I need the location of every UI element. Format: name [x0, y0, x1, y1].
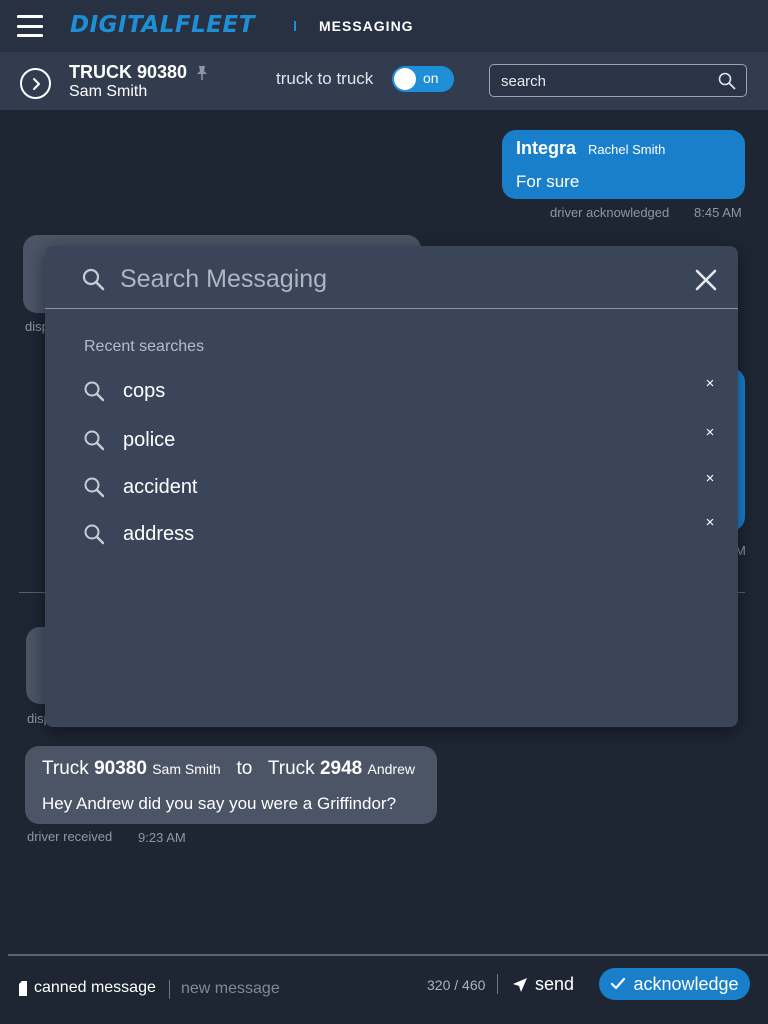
search-icon [84, 524, 105, 545]
from-number: 90380 [94, 758, 147, 779]
canned-message-label: canned message [34, 979, 156, 996]
conversation-header: TRUCK 90380 Sam Smith truck to truck on [0, 52, 768, 110]
search-messaging-panel: Recent searches cops × police × accident… [45, 246, 738, 727]
menu-icon[interactable] [17, 15, 43, 37]
divider [169, 980, 170, 999]
expand-chevron-icon[interactable] [20, 68, 51, 99]
send-label: send [535, 974, 575, 994]
message-bubble[interactable]: Truck 90380 Sam Smith to Truck 2948 Andr… [25, 746, 437, 824]
from-prefix: Truck [42, 758, 89, 779]
search-field[interactable] [489, 64, 747, 97]
message-sender: Integra [516, 138, 577, 158]
to-word: to [236, 758, 253, 779]
truck-title: TRUCK 90380 [69, 62, 188, 82]
from-name: Sam Smith [152, 761, 221, 777]
search-messaging-input[interactable] [120, 263, 680, 295]
message-body: Hey Andrew did you say you were a Griffi… [42, 794, 397, 813]
search-icon [84, 430, 105, 451]
recent-search-item[interactable]: cops × [45, 371, 738, 411]
message-route: Truck 90380 Sam Smith to Truck 2948 Andr… [42, 758, 415, 780]
send-icon [513, 977, 527, 992]
character-count: 320 / 460 [427, 977, 486, 993]
recent-search-text: police [123, 429, 176, 451]
truck-to-truck-label: truck to truck [276, 69, 374, 88]
recent-search-text: address [123, 523, 195, 545]
divider [497, 974, 498, 994]
recent-search-text: cops [123, 380, 166, 402]
message-bubble[interactable]: Integra Rachel Smith For sure [502, 130, 745, 199]
section-title: MESSAGING [319, 18, 414, 34]
remove-recent-icon[interactable]: × [701, 514, 719, 532]
search-icon [82, 268, 105, 291]
check-icon [611, 977, 626, 990]
message-sender-name: Rachel Smith [588, 142, 666, 157]
search-input[interactable] [501, 71, 701, 91]
recent-search-item[interactable]: address × [45, 514, 738, 554]
recent-searches-heading: Recent searches [84, 338, 205, 355]
logo: DIGITALFLEET [70, 12, 255, 38]
close-icon[interactable] [693, 267, 719, 293]
toggle-label: on [423, 70, 439, 86]
send-button[interactable]: send [512, 974, 574, 995]
acknowledge-button[interactable]: acknowledge [599, 968, 750, 1000]
recent-search-item[interactable]: police × [45, 420, 738, 460]
truck-to-truck-toggle[interactable]: on [392, 66, 454, 92]
search-icon[interactable] [718, 72, 736, 90]
message-status: driver acknowledged [550, 205, 670, 220]
top-bar: DIGITALFLEET MESSAGING [0, 0, 768, 52]
new-message-input[interactable] [181, 978, 401, 1000]
remove-recent-icon[interactable]: × [701, 424, 719, 442]
search-icon [84, 477, 105, 498]
to-name: Andrew [367, 761, 415, 777]
recent-search-item[interactable]: accident × [45, 467, 738, 507]
message-time: 8:45 AM [694, 205, 742, 220]
message-time: 9:23 AM [138, 830, 186, 845]
toggle-knob [394, 68, 416, 90]
recent-search-text: accident [123, 476, 198, 498]
to-prefix: Truck [267, 758, 315, 779]
divider [45, 308, 738, 309]
composer-divider [8, 954, 768, 956]
driver-name: Sam Smith [69, 83, 148, 100]
canned-message-button[interactable]: canned message [18, 979, 156, 997]
pin-icon[interactable] [195, 65, 209, 81]
message-body: For sure [516, 172, 580, 191]
search-icon [84, 381, 105, 402]
acknowledge-label: acknowledge [633, 973, 739, 994]
remove-recent-icon[interactable]: × [701, 375, 719, 393]
document-icon [19, 980, 27, 996]
divider [294, 21, 296, 31]
to-number: 2948 [319, 758, 363, 779]
message-status: driver received [27, 829, 113, 844]
remove-recent-icon[interactable]: × [701, 470, 719, 488]
